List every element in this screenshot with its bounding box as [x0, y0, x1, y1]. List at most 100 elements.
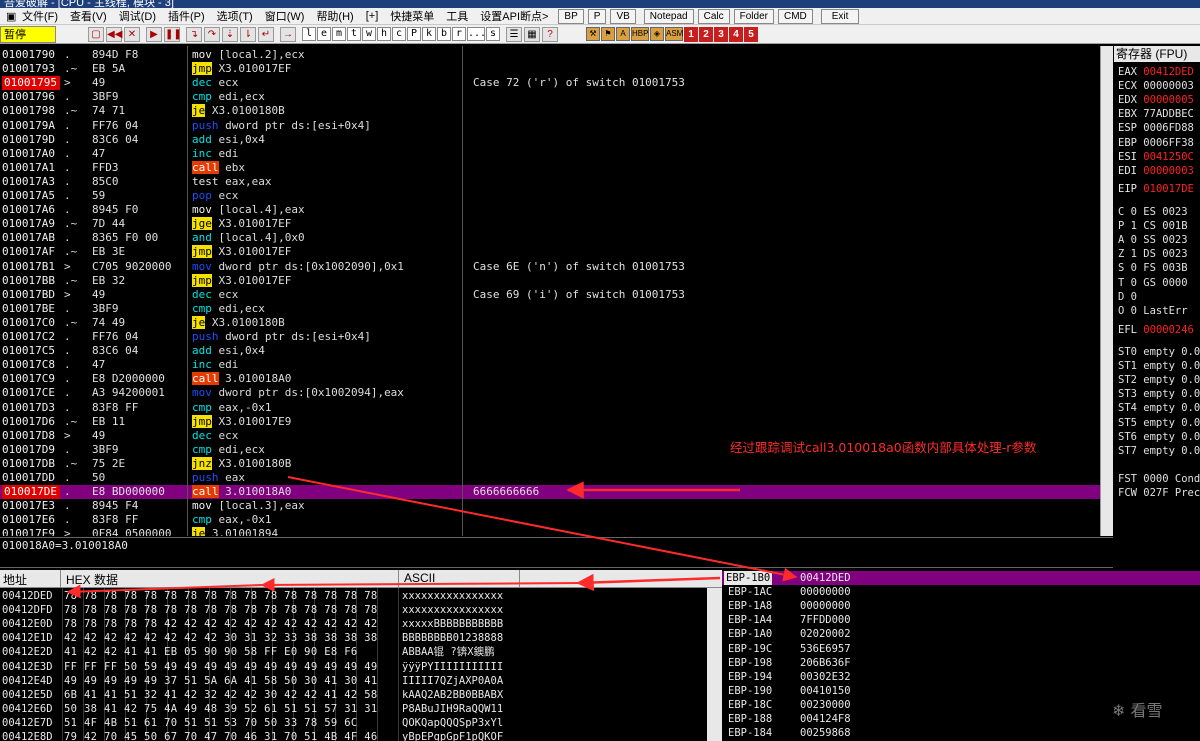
disasm-row[interactable]: 01001795 >49 dec ecx Case 72 ('r') of switc…	[0, 76, 1100, 91]
register-row[interactable]: EDX 00000005	[1118, 94, 1194, 106]
asm-icon[interactable]: ASM	[665, 27, 683, 41]
disasm-row[interactable]: 010017A6. 8945 F0 mov [local.4],eax	[0, 203, 1100, 217]
fcw-row[interactable]: FCW 027F Prec	[1118, 487, 1200, 499]
pause-icon[interactable]: ❚❚	[164, 26, 182, 42]
stack-row[interactable]: EBP-1A8 00000000	[722, 599, 1200, 613]
dump-row[interactable]: 00412DFD 78 78 78 78 78 78 78 78 78 78 78…	[0, 603, 722, 617]
disasm-row[interactable]: 010017DE. E8 BD000000 call 3.010018A0 66666…	[0, 485, 1100, 500]
dump-row[interactable]: 00412E4D 49 49 49 49 49 37 51 5A 6A 41 58…	[0, 674, 722, 688]
fpu-row[interactable]: ST7 empty 0.0	[1118, 445, 1200, 457]
flag-row[interactable]: C 0 ES 0023	[1118, 206, 1188, 218]
menu-tools[interactable]: 工具	[440, 8, 474, 24]
step-over-icon[interactable]: ↷	[204, 26, 220, 42]
register-row[interactable]: ECX 00000003	[1118, 80, 1194, 92]
efl-row[interactable]: EFL 00000246	[1118, 324, 1194, 336]
toolbar-l-button[interactable]: l	[302, 27, 316, 41]
window-4-button[interactable]: 4	[729, 26, 743, 42]
hbp-icon[interactable]: HBP	[631, 27, 649, 41]
menu-plugins[interactable]: 插件(P)	[162, 8, 211, 24]
exit-button[interactable]: Exit	[820, 8, 860, 24]
menu-plus[interactable]: [+]	[360, 10, 385, 22]
stack-row[interactable]: EBP-190 00410150	[722, 684, 1200, 698]
stack-row[interactable]: EBP-184 00259868	[722, 726, 1200, 740]
menu-options[interactable]: 选项(T)	[211, 8, 259, 24]
disasm-row[interactable]: 010017BD >49 dec ecx Case 69 ('i') of switc…	[0, 288, 1100, 302]
disasm-row[interactable]: 010017C2. FF76 04 push dword ptr ds:[esi+0…	[0, 330, 1100, 344]
bp-button[interactable]: BP	[558, 8, 584, 24]
disasm-row[interactable]: 010017E3. 8945 F4 mov [local.3],eax	[0, 499, 1100, 513]
toolbar-t-button[interactable]: t	[347, 27, 361, 41]
dump-row[interactable]: 00412E1D 42 42 42 42 42 42 42 42 30 31 32…	[0, 631, 722, 645]
fpu-row[interactable]: ST0 empty 0.0	[1118, 346, 1200, 358]
stack-row[interactable]: EBP-1AC 00000000	[722, 585, 1200, 599]
register-row[interactable]: ESP 0006FD88	[1118, 122, 1194, 134]
calc-button[interactable]: Calc	[697, 8, 730, 24]
window-3-button[interactable]: 3	[714, 26, 728, 42]
flag-row[interactable]: Z 1 DS 0023	[1118, 248, 1188, 260]
disasm-row[interactable]: 010017C0 .~ 74 49 je X3.0100180B	[0, 315, 1100, 330]
toolbar-h-button[interactable]: h	[377, 27, 391, 41]
registers-pane[interactable]: 寄存器 (FPU) EAX 00412DED ECX 00000003 EDX 00…	[1114, 46, 1200, 568]
disasm-row[interactable]: 010017D6 .~ EB 11 jmp X3.010017E9	[0, 414, 1100, 429]
disasm-row[interactable]: 010017C9. E8 D2000000 call 3.010018A0	[0, 372, 1100, 386]
help-icon[interactable]: ?	[542, 26, 558, 42]
menu-shortcuts[interactable]: 快捷菜单	[384, 8, 440, 24]
menu-window[interactable]: 窗口(W)	[259, 8, 311, 24]
stack-row[interactable]: EBP-1A4 7FFDD000	[722, 613, 1200, 627]
register-row[interactable]: EBP 0006FF38	[1118, 137, 1194, 149]
trace-into-icon[interactable]: ⇣	[222, 26, 238, 42]
toolbar-k-button[interactable]: k	[422, 27, 436, 41]
menu-api-breakpoint[interactable]: 设置API断点>	[474, 8, 554, 24]
list-icon[interactable]: ☰	[506, 26, 522, 42]
disasm-row[interactable]: 0100179D. 83C6 04 add esi,0x4	[0, 133, 1100, 147]
fpu-row[interactable]: ST6 empty 0.0	[1118, 431, 1200, 443]
toolbar-dots-button[interactable]: ...	[467, 27, 486, 41]
stack-row[interactable]: EBP-1B0 00412DED	[722, 571, 1200, 586]
disasm-row[interactable]: 010017A1. FFD3 call ebx	[0, 160, 1100, 175]
fpu-row[interactable]: ST5 empty 0.0	[1118, 417, 1200, 429]
disasm-row[interactable]: 01001793 .~ EB 5A jmp X3.010017EF	[0, 62, 1100, 76]
toolbar-p-button[interactable]: P	[407, 27, 421, 41]
notepad-button[interactable]: Notepad	[643, 8, 694, 24]
register-row[interactable]: EDI 00000003	[1118, 165, 1194, 177]
toolbar-m-button[interactable]: m	[332, 27, 346, 41]
dump-row[interactable]: 00412E2D 41 42 42 41 41 EB 05 90 90 58 FF…	[0, 645, 722, 659]
toolbar-w-button[interactable]: w	[362, 27, 376, 41]
window-1-button[interactable]: 1	[684, 26, 698, 42]
flag-row[interactable]: A 0 SS 0023	[1118, 234, 1188, 246]
dump-row[interactable]: 00412E7D 51 4F 4B 51 61 70 51 51 53 70 50…	[0, 716, 722, 730]
plugin-icon-2[interactable]: ⚑	[601, 27, 615, 41]
flag-row[interactable]: S 0 FS 003B	[1118, 262, 1188, 274]
menu-file[interactable]: 文件(F)	[16, 8, 64, 24]
disasm-row[interactable]: 010017C8. 47 inc edi	[0, 358, 1100, 372]
disasm-row[interactable]: 010017E6. 83F8 FF cmp eax,-0x1	[0, 513, 1100, 527]
plugin-icon-1[interactable]: ⚒	[586, 27, 600, 41]
toolbar-r-button[interactable]: r	[452, 27, 466, 41]
disasm-row[interactable]: 01001790. 894D F8 mov [local.2],ecx	[0, 48, 1100, 62]
run-icon[interactable]: ▶	[146, 26, 162, 42]
menu-help[interactable]: 帮助(H)	[310, 8, 359, 24]
window-5-button[interactable]: 5	[744, 26, 758, 42]
rewind-icon[interactable]: ◀◀	[106, 26, 122, 42]
close-icon[interactable]: ✕	[124, 26, 140, 42]
open-icon[interactable]: ▢	[88, 26, 104, 42]
vb-button[interactable]: VB	[610, 8, 636, 24]
disassembly-scrollbar[interactable]	[1100, 46, 1113, 536]
register-row[interactable]: EAX 00412DED	[1118, 66, 1194, 78]
disasm-row[interactable]: 010017DB .~ 75 2E jnz X3.0100180B	[0, 456, 1100, 471]
disasm-row[interactable]: 010017A0. 47 inc edi	[0, 147, 1100, 161]
folder-button[interactable]: Folder	[733, 8, 774, 24]
flag-row[interactable]: T 0 GS 0000	[1118, 277, 1188, 289]
menu-debug[interactable]: 调试(D)	[113, 8, 162, 24]
disasm-row[interactable]: 010017A5. 59 pop ecx	[0, 189, 1100, 203]
dump-scrollbar[interactable]	[707, 588, 722, 741]
dump-row[interactable]: 00412E6D 50 38 41 42 75 4A 49 48 39 52 61…	[0, 702, 722, 716]
disasm-row[interactable]: 010017B1 > C705 9020000 mov dword ptr ds:[0…	[0, 260, 1100, 274]
register-row[interactable]: EBX 77ADDBEC	[1118, 108, 1194, 120]
fpu-row[interactable]: ST3 empty 0.0	[1118, 388, 1200, 400]
dump-row[interactable]: 00412E0D 78 78 78 78 78 42 42 42 42 42 42…	[0, 617, 722, 631]
flag-row[interactable]: O 0 LastErr	[1118, 305, 1188, 317]
fpu-row[interactable]: ST1 empty 0.0	[1118, 360, 1200, 372]
disasm-row[interactable]: 0100179A. FF76 04 push dword ptr ds:[esi+0…	[0, 119, 1100, 133]
dump-row[interactable]: 00412DED 78 78 78 78 78 78 78 78 78 78 78…	[0, 589, 722, 603]
